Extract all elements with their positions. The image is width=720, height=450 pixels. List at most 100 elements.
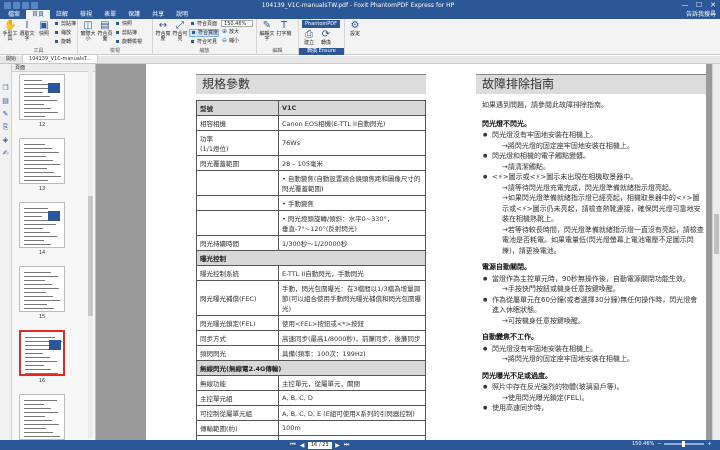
page-thumbnail[interactable] [19,330,65,376]
tell-me-search[interactable]: 告訴我搜尋 [682,10,720,19]
thumbnail-text-line [24,236,57,237]
foxit-group: PhantomPDF ⎙ 建立 ⟳ 轉換 轉換 Ensure [299,19,345,55]
thumbnail-page-number: 15 [38,314,46,320]
first-page-icon[interactable]: ⏮ [290,441,296,449]
page-thumbnail[interactable] [19,138,65,184]
page-thumbnail[interactable] [19,394,65,440]
spec-row: • 手動變焦 [196,195,426,211]
problem-cause: 閃光燈沒有牢固地安裝在相機上。 [482,344,704,355]
ribbon-small-button[interactable]: ▪ 符合可見 [189,38,219,46]
tab-menu-7[interactable]: 說明 [170,10,194,19]
last-page-icon[interactable]: ⏭ [344,441,350,449]
spec-row: 功率 (1/1燈位) 76Ws [196,130,426,156]
thumbnail-scrollbar[interactable] [88,66,93,438]
maximize-button[interactable]: ☐ [692,0,706,10]
zoom-combobox[interactable]: 150.46% [221,20,254,27]
snapshot-button[interactable]: ▣ 快照 [36,20,52,47]
document-scroll-thumb[interactable] [714,214,719,254]
edit-text-button[interactable]: ✎ 編輯文字 [259,20,275,47]
print-icon[interactable] [22,1,29,9]
minimize-button[interactable]: — [678,0,692,10]
view-group-label: 檢視 [109,48,120,54]
tab-menu-4[interactable]: 表單 [98,10,122,19]
fit-width-button[interactable]: ↔ 符合寬度 [155,20,171,47]
spec-value: V1C [278,100,426,116]
page-thumbnail[interactable] [19,74,65,120]
ribbon-small-button[interactable]: ▪ 剪貼簿 [53,20,76,28]
ribbon-small-button[interactable]: ▪ 旋轉 [53,38,76,46]
ribbon-small-button[interactable]: ▪ 快照 [114,20,142,28]
tab-menu-3[interactable]: 檢視 [74,10,98,19]
document-scrollbar[interactable] [712,64,720,440]
close-button[interactable]: ✕ [706,0,720,10]
comment-icon[interactable]: ✎ [2,110,10,118]
prev-page-icon[interactable]: ◀ [299,442,305,449]
spec-value: 高速同步(最高1/8000秒)，前簾同步，後簾同步 [278,330,426,346]
settings-button[interactable]: ⚙ 設定 [347,20,363,47]
tab-menu-6[interactable]: 共享 [146,10,170,19]
button-label: 快照 [38,31,49,37]
app-icon [4,1,11,9]
thumbnail-text-line [25,373,58,374]
ribbon-small-button[interactable]: ▪ 符合頁面 [189,20,219,28]
zoom-out-button[interactable]: ⊖ 縮小 [221,37,253,45]
spec-row: 同步方式 高速同步(最高1/8000秒)，前簾同步，後簾同步 [196,330,426,346]
tab-start[interactable]: 開始 [0,55,24,63]
zoom-out-icon: ⊖ [222,37,228,44]
small-tool-icon: ▪ [190,38,195,45]
thumbnail-text-line [24,216,42,217]
thumbnail-text-line [24,276,58,277]
actual-size-button[interactable]: ◫ 實際大小 [80,20,96,47]
bookmark-icon[interactable]: ❐ [2,84,10,92]
fit-visible-button[interactable]: ⤢ 符合可見 [172,20,188,47]
panel-title: 頁面 [12,64,95,72]
ribbon-small-button[interactable]: ▪ 旋轉檢視 [114,38,142,46]
zoom-in-button[interactable]: ⊕ 放大 [221,28,253,36]
zoom-slider[interactable] [664,441,705,447]
zoom-slider-handle[interactable] [682,441,686,447]
typewriter-button[interactable]: T 打字機 [276,20,292,47]
ribbon-small-button[interactable]: ▪ 剪貼簿 [114,29,142,37]
spec-section-title: 無線閃光(無線電2.4G傳輸) [196,360,426,376]
ribbon-small-button[interactable]: ▪ 符合寬度 [189,29,220,37]
page-number-field[interactable]: 16 / 23 [308,441,332,449]
layers-icon[interactable]: ◈ [2,136,10,144]
signature-icon[interactable]: ✍ [2,149,10,157]
spec-row: 閃光曝光鎖定(FEL) 使用<FEL>按鈕或<*>按鈕 [196,315,426,331]
spec-key: 同步方式 [196,330,279,346]
thumbnail-text-line [24,420,52,421]
solution-text: →手按快門按鈕或機身任意按鍵喚醒。 [502,285,620,293]
thumbnail-text-line [24,300,60,301]
troubleshoot-column: 如果遇到問題，請參閱此故障排除指南。 閃光燈不閃光。閃光燈沒有牢固地安裝在相機上… [482,100,704,414]
thumbnail-text-line [24,168,47,169]
thumbnail-text-line [25,361,57,362]
spec-value: E-TTL II自動閃光，手動閃光 [278,265,426,281]
tab-menu-2[interactable]: 註解 [50,10,74,19]
tab-document[interactable]: 104139_V1C-manualsT... [23,55,99,63]
ribbon-small-button[interactable]: ▪ 縮放 [53,29,76,37]
small-tool-icon: ▪ [191,29,196,36]
page-thumbnail[interactable] [19,266,65,312]
thumbnail-text-line [24,280,45,281]
undo-icon[interactable] [31,1,38,9]
zoom-in-icon[interactable]: + [707,441,711,447]
document-viewport[interactable]: 規格參數 故障排除指南 型號 V1C 相容相機 Canon EOS相機(E-TTL I… [96,64,712,440]
button-label: 實際大小 [80,31,96,42]
thumbnail-text-line [24,412,58,413]
tab-menu-0[interactable]: 檔案 [2,10,26,19]
save-icon[interactable] [13,1,20,9]
pages-icon[interactable]: ▤ [2,97,10,105]
page-thumbnail[interactable] [19,202,65,248]
fit-page-button[interactable]: ▤ 符合頁面 [97,20,113,47]
spec-row: 閃光持續時間 1/300秒～1/20000秒 [196,235,426,251]
thumbnail-scroll-thumb[interactable] [88,196,93,316]
next-page-icon[interactable]: ▶ [335,442,341,449]
tab-menu-1[interactable]: 首頁 [26,10,51,19]
attachment-icon[interactable]: ⎘ [2,123,10,131]
problem-cause: 使用高速同步時， [482,403,704,414]
hand-button[interactable]: ✋ 手型工具 [2,20,18,47]
thumbnail-text-line [24,116,45,117]
zoom-out-icon[interactable]: − [657,441,661,447]
tab-menu-5[interactable]: 保護 [122,10,146,19]
select-text-button[interactable]: I 選取文字 [19,20,35,47]
